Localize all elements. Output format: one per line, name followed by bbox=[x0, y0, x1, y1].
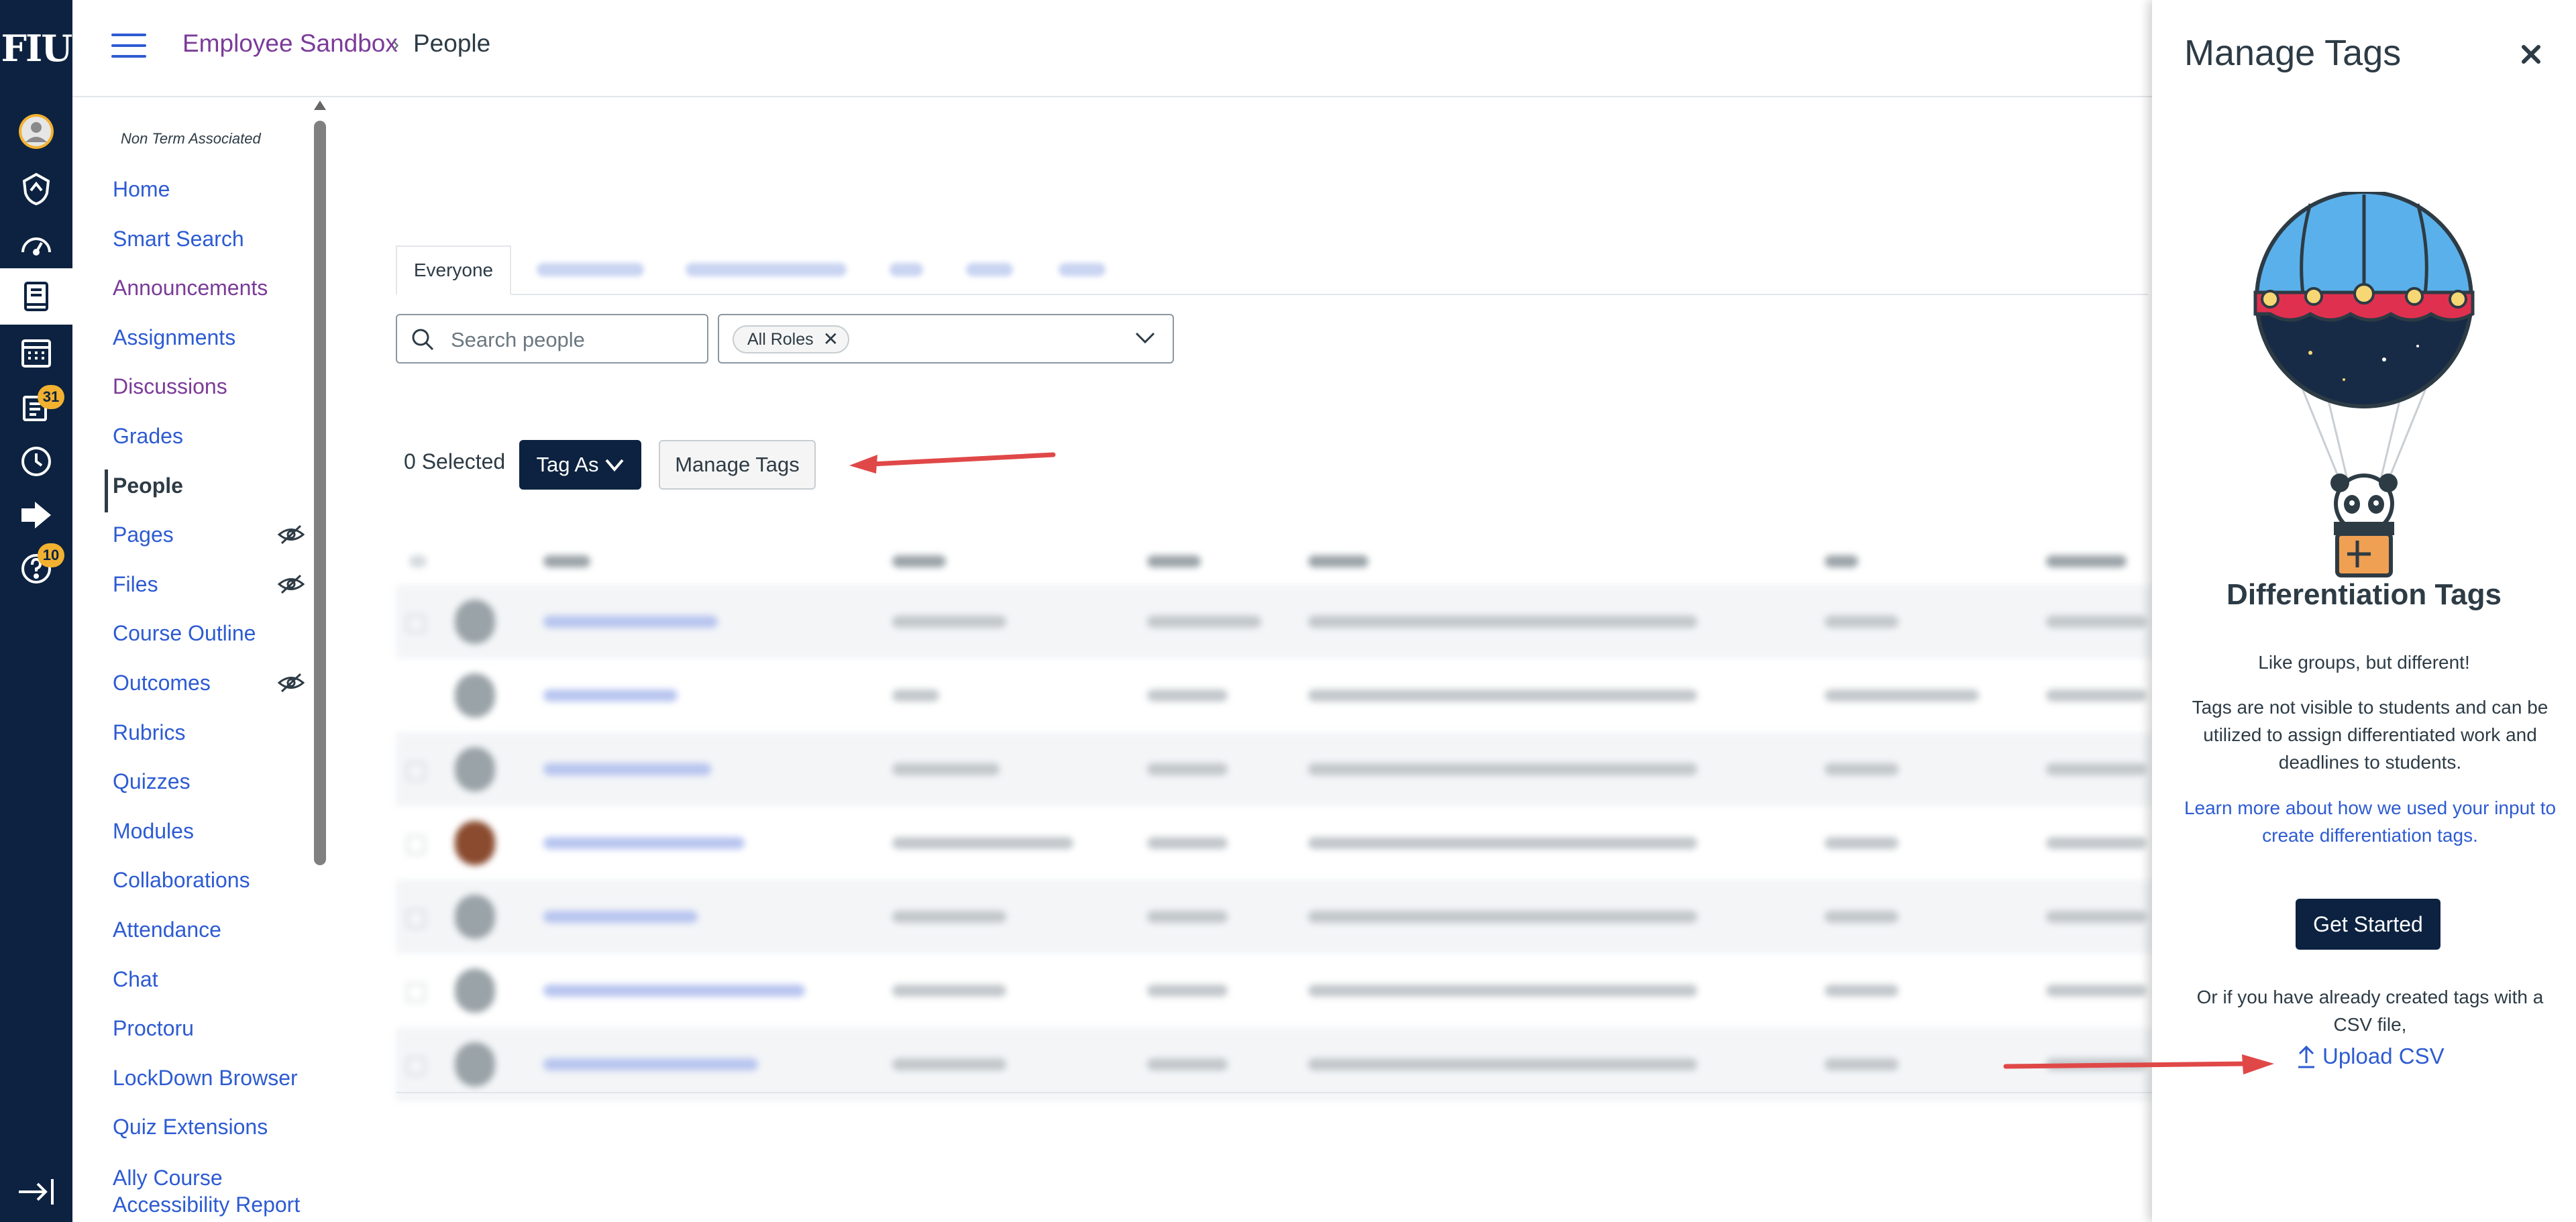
tab-divider bbox=[511, 294, 2148, 295]
course-nav-proctoru[interactable]: Proctoru bbox=[113, 1016, 194, 1041]
hot-air-balloon-illustration bbox=[2253, 192, 2475, 577]
course-nav-quiz-extensions[interactable]: Quiz Extensions bbox=[113, 1115, 268, 1140]
search-icon bbox=[412, 329, 434, 351]
annotation-arrow bbox=[2003, 1054, 2274, 1074]
course-nav-discussions[interactable]: Discussions bbox=[113, 374, 227, 399]
tray-description: Tags are not visible to students and can… bbox=[2192, 697, 2548, 773]
table-row[interactable] bbox=[396, 954, 2153, 1027]
hidden-eye-icon bbox=[278, 524, 305, 545]
courses-book-icon[interactable] bbox=[0, 268, 72, 325]
remove-chip-icon[interactable]: ✕ bbox=[823, 330, 839, 349]
tab-blurred[interactable] bbox=[890, 263, 923, 276]
close-icon[interactable] bbox=[2514, 38, 2548, 71]
chevron-down-icon bbox=[605, 459, 624, 472]
search-people-field bbox=[396, 314, 708, 364]
table-row[interactable] bbox=[396, 659, 2153, 732]
table-row[interactable] bbox=[396, 806, 2153, 880]
course-nav-pages[interactable]: Pages bbox=[113, 522, 174, 547]
tag-as-button[interactable]: Tag As bbox=[519, 440, 641, 490]
tray-heading: Differentiation Tags bbox=[2226, 578, 2502, 611]
tray-title: Manage Tags bbox=[2184, 33, 2402, 73]
course-nav-rubrics[interactable]: Rubrics bbox=[113, 720, 185, 745]
course-nav-attendance[interactable]: Attendance bbox=[113, 918, 221, 942]
tab-everyone[interactable]: Everyone bbox=[396, 245, 511, 295]
manage-tags-button[interactable]: Manage Tags bbox=[659, 440, 816, 490]
hidden-eye-icon bbox=[278, 574, 305, 594]
table-bottom-rule bbox=[396, 1092, 2153, 1093]
table-row[interactable] bbox=[396, 1027, 2153, 1101]
learn-more-link[interactable]: Learn more about how we used your input … bbox=[2179, 794, 2561, 849]
scroll-up-arrow-icon[interactable] bbox=[314, 101, 326, 110]
tab-blurred[interactable] bbox=[537, 263, 644, 276]
table-row[interactable] bbox=[396, 732, 2153, 806]
dashboard-gauge-icon[interactable] bbox=[0, 216, 72, 272]
inbox-badge: 31 bbox=[38, 385, 64, 409]
selected-count: 0 Selected bbox=[404, 449, 506, 474]
upload-csv-label: Upload CSV bbox=[2322, 1044, 2445, 1068]
people-roster-table bbox=[396, 537, 2153, 1101]
course-nav-outcomes[interactable]: Outcomes bbox=[113, 671, 211, 696]
course-nav-smart-search[interactable]: Smart Search bbox=[113, 227, 244, 252]
course-nav-chat[interactable]: Chat bbox=[113, 967, 158, 992]
tag-as-label: Tag As bbox=[536, 453, 599, 476]
studio-arrow-icon[interactable] bbox=[0, 487, 72, 543]
course-nav-assignments[interactable]: Assignments bbox=[113, 325, 235, 350]
course-nav-files[interactable]: Files bbox=[113, 572, 158, 597]
role-filter-select[interactable]: All Roles ✕ bbox=[718, 314, 1174, 364]
breadcrumb-course[interactable]: Employee Sandbox bbox=[182, 30, 398, 58]
help-badge: 10 bbox=[38, 543, 64, 567]
course-nav-quizzes[interactable]: Quizzes bbox=[113, 769, 191, 794]
course-nav-lockdown-browser[interactable]: LockDown Browser bbox=[113, 1066, 298, 1091]
course-nav-scrollbar[interactable] bbox=[314, 121, 326, 865]
role-chip[interactable]: All Roles ✕ bbox=[733, 325, 850, 353]
active-indicator bbox=[105, 469, 108, 512]
role-chip-label: All Roles bbox=[747, 329, 814, 349]
upload-csv-link[interactable]: Upload CSV bbox=[2296, 1042, 2445, 1071]
global-nav: FIU 31 10 bbox=[0, 0, 72, 1222]
search-people-input[interactable] bbox=[449, 325, 700, 355]
history-clock-icon[interactable] bbox=[0, 433, 72, 490]
course-nav-home[interactable]: Home bbox=[113, 177, 170, 202]
course-nav-grades[interactable]: Grades bbox=[113, 424, 183, 449]
course-nav-announcements[interactable]: Announcements bbox=[113, 276, 268, 300]
upload-icon bbox=[2298, 1045, 2314, 1068]
course-nav-people[interactable]: People bbox=[113, 474, 183, 498]
fiu-logo[interactable]: FIU bbox=[0, 27, 73, 74]
course-nav-collaborations[interactable]: Collaborations bbox=[113, 868, 250, 893]
breadcrumb-current: People bbox=[413, 30, 491, 57]
csv-note: Or if you have already created tags with… bbox=[2196, 987, 2544, 1035]
tab-blurred[interactable] bbox=[686, 263, 847, 276]
header-divider bbox=[72, 96, 2152, 97]
course-nav-course-outline[interactable]: Course Outline bbox=[113, 621, 256, 646]
course-nav-modules[interactable]: Modules bbox=[113, 819, 194, 844]
get-started-button[interactable]: Get Started bbox=[2296, 899, 2440, 950]
course-nav-ally-report[interactable]: Ally Course Accessibility Report bbox=[113, 1164, 307, 1218]
chevron-down-icon[interactable] bbox=[1135, 331, 1155, 345]
table-header bbox=[396, 537, 2153, 585]
table-row[interactable] bbox=[396, 880, 2153, 954]
tray-tagline: Like groups, but different! bbox=[2258, 652, 2470, 673]
course-term: Non Term Associated bbox=[121, 130, 261, 147]
admin-shield-icon[interactable] bbox=[0, 161, 72, 217]
breadcrumb-separator: › bbox=[392, 32, 400, 57]
collapse-nav-icon[interactable] bbox=[16, 1175, 56, 1209]
hidden-eye-icon bbox=[278, 673, 305, 693]
tab-blurred[interactable] bbox=[966, 263, 1013, 276]
calendar-icon[interactable] bbox=[0, 325, 72, 381]
account-avatar-icon[interactable] bbox=[0, 103, 72, 160]
inbox-icon[interactable] bbox=[0, 378, 72, 435]
table-row[interactable] bbox=[396, 585, 2153, 659]
tab-blurred[interactable] bbox=[1059, 263, 1106, 276]
manage-tags-tray: Manage Tags Differentiation Tags Like gr… bbox=[2152, 0, 2576, 1222]
course-menu-hamburger-icon[interactable] bbox=[111, 34, 146, 60]
annotation-arrow bbox=[849, 452, 1056, 474]
